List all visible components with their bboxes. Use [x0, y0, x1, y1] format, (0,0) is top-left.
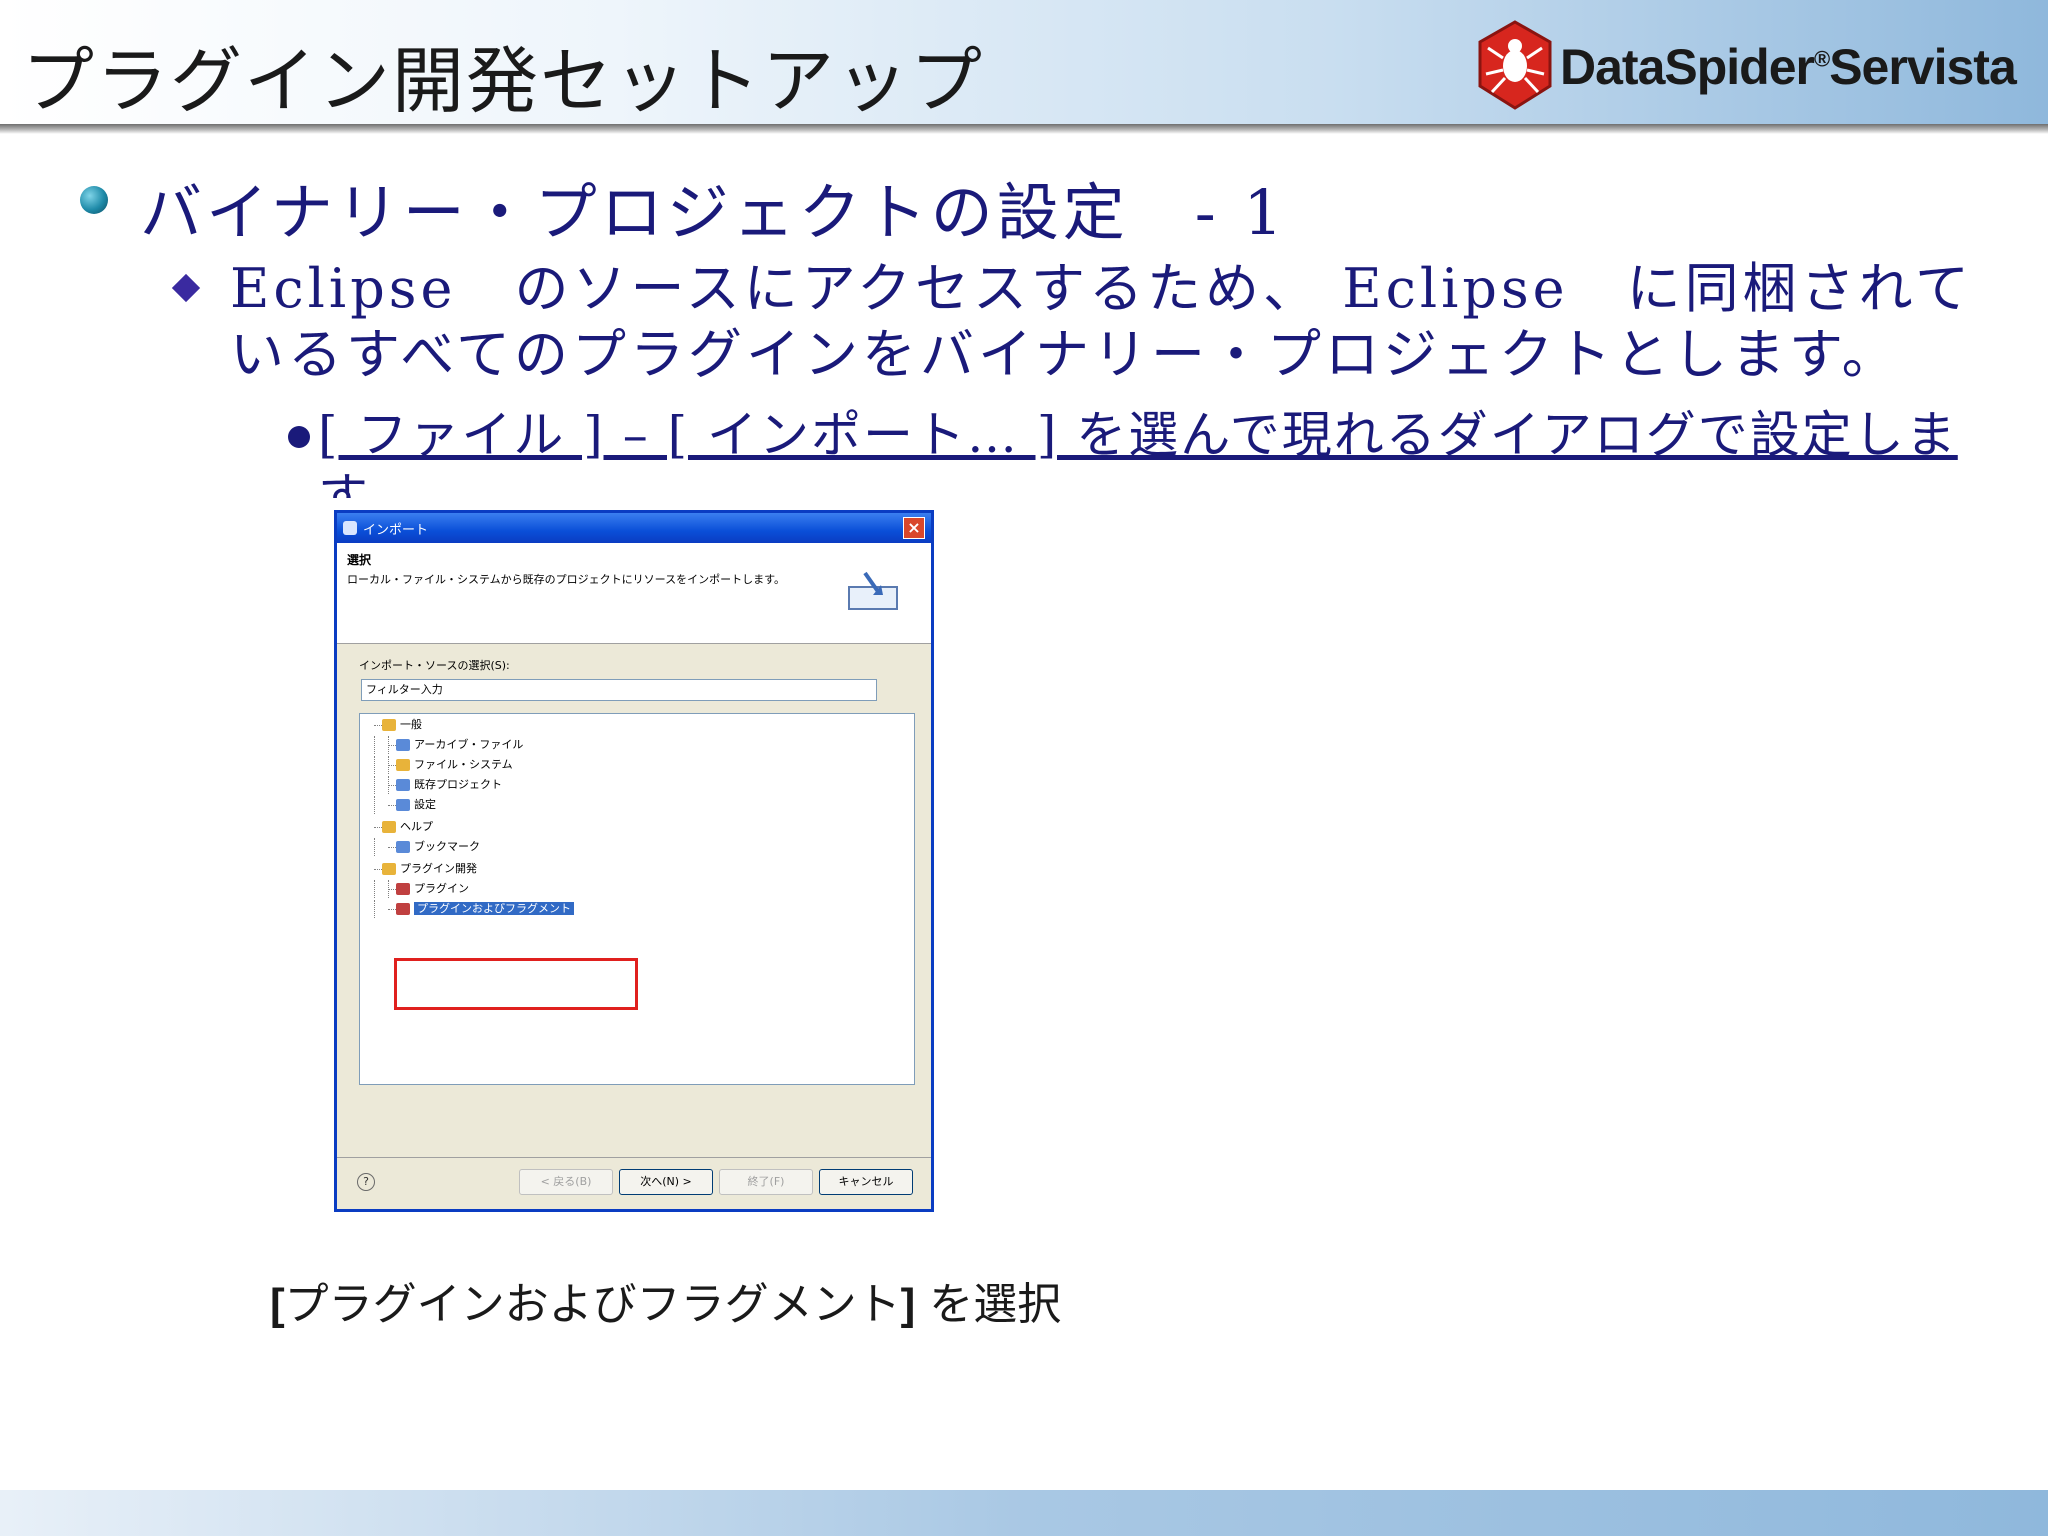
close-icon[interactable]: × [903, 517, 925, 539]
tree-item-bookmarks[interactable]: ブックマーク [368, 838, 480, 856]
dialog-titlebar: インポート × [337, 513, 931, 543]
tree-item-help[interactable]: ヘルプ [368, 818, 433, 836]
slide-footer [0, 1490, 2048, 1536]
tree-item-existing-project[interactable]: 既存プロジェクト [368, 776, 502, 794]
dataspider-logo: DataSpider®Servista [1470, 18, 2040, 114]
tree-item-general[interactable]: 一般 [368, 716, 422, 734]
plugin-icon [396, 903, 410, 915]
archive-icon [396, 739, 410, 751]
logo-wordmark: DataSpider®Servista [1560, 39, 2017, 95]
bullet-dot [80, 186, 108, 214]
bookmark-icon [396, 841, 410, 853]
folder-icon [382, 863, 396, 875]
bullet-level1: バイナリー・プロジェクトの設定 - 1 [140, 176, 1287, 249]
slide-title: プラグイン開発セットアップ [22, 39, 985, 123]
back-button[interactable]: < 戻る(B) [519, 1169, 613, 1195]
source-label: インポート・ソースの選択(S): [359, 659, 510, 672]
bullet-dot-small [288, 426, 310, 448]
filter-input[interactable]: フィルター入力 [361, 679, 877, 701]
settings-icon [396, 799, 410, 811]
dialog-banner [337, 543, 931, 644]
import-source-tree: 一般 アーカイブ・ファイル ファイル・システム 既存プロジェクト 設定 ヘルプ … [359, 713, 915, 1085]
folder-icon [396, 759, 410, 771]
caption: [プラグインおよびフラグメント] を選択 [270, 1279, 1062, 1330]
tree-item-plugin-dev[interactable]: プラグイン開発 [368, 860, 477, 878]
tree-item-archive[interactable]: アーカイブ・ファイル [368, 736, 523, 754]
tree-item-settings[interactable]: 設定 [368, 796, 436, 814]
finish-button[interactable]: 終了(F) [719, 1169, 813, 1195]
import-dialog-screenshot: インポート × 選択 ローカル・ファイル・システムから既存のプロジェクトにリソー… [334, 510, 934, 1212]
plugin-icon [396, 883, 410, 895]
bullet-level3-link[interactable]: [ ファイル ] – [ インポート… ] を選んで現れるダイアログで設定します… [318, 404, 1958, 498]
next-button[interactable]: 次へ(N) > [619, 1169, 713, 1195]
cancel-button[interactable]: キャンセル [819, 1169, 913, 1195]
bullet-level2: Eclipse のソースにアクセスするため、 Eclipse に同梱されているす… [230, 257, 1974, 386]
import-wizard-icon [848, 571, 898, 610]
tree-item-plugin[interactable]: プラグイン [368, 880, 469, 898]
dialog-separator [337, 1157, 931, 1158]
folder-icon [382, 821, 396, 833]
dialog-heading: 選択 [347, 553, 372, 567]
tree-item-plugins-fragments[interactable]: プラグインおよびフラグメント [368, 900, 574, 918]
help-icon[interactable]: ? [357, 1173, 375, 1191]
diamond-bullet-icon [171, 273, 201, 303]
dialog-description: ローカル・ファイル・システムから既存のプロジェクトにリソースをインポートします。 [347, 573, 786, 586]
folder-icon [382, 719, 396, 731]
selection-highlight-box [394, 958, 638, 1010]
spider-logo-icon [1478, 20, 1552, 110]
eclipse-icon [343, 521, 357, 535]
tree-item-filesystem[interactable]: ファイル・システム [368, 756, 513, 774]
project-icon [396, 779, 410, 791]
dialog-title: インポート [363, 523, 429, 538]
